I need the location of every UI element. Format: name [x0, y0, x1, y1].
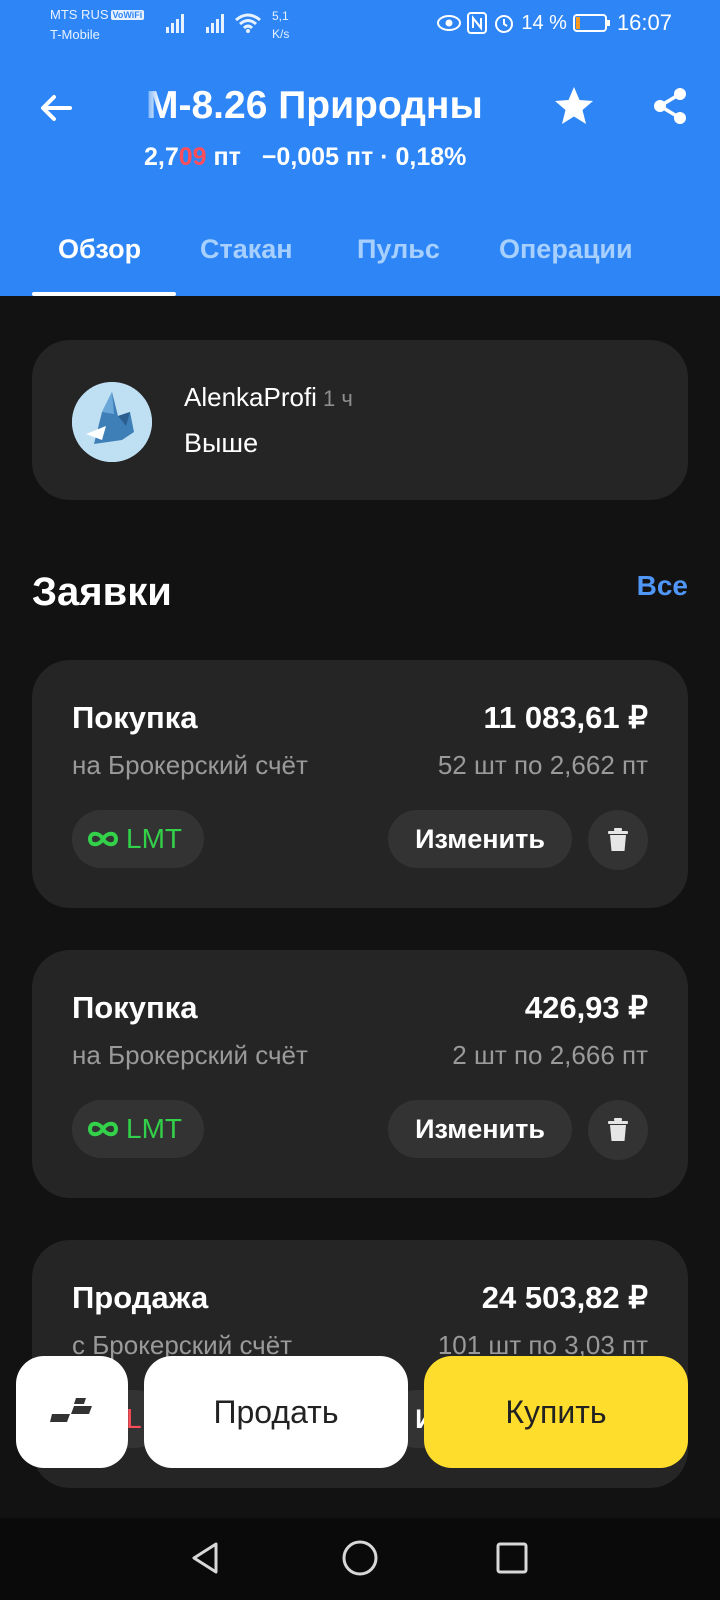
avatar [72, 382, 152, 462]
tab-pulse[interactable]: Пульс [357, 234, 440, 265]
eye-icon [437, 15, 462, 31]
vowifi-badge: VoWiFi [110, 10, 145, 20]
wifi-icon [235, 13, 261, 33]
signal-icon [166, 14, 184, 33]
carrier-name: MTS RUS [50, 7, 109, 22]
logo-icon [50, 1398, 92, 1422]
post-text: Выше [184, 428, 259, 458]
orders-all-link[interactable]: Все [637, 570, 688, 602]
order-account: на Брокерский счёт [72, 1040, 308, 1070]
nav-back-icon[interactable] [186, 1538, 226, 1578]
order-sum: 24 503,82 ₽ [481, 1280, 648, 1315]
back-arrow-icon[interactable] [36, 88, 76, 128]
tab-orderbook[interactable]: Стакан [200, 234, 293, 265]
tab-operations[interactable]: Операции [499, 234, 633, 265]
battery-icon [572, 14, 610, 32]
post-time: 1 ч [322, 386, 353, 411]
alarm-icon [495, 15, 514, 33]
tab-bar: Обзор Стакан Пульс Операции [0, 226, 720, 296]
trash-icon [608, 1118, 628, 1141]
tab-overview[interactable]: Обзор [58, 234, 141, 265]
action-bar: Продать Купить [0, 1356, 720, 1476]
nfc-icon [467, 12, 488, 34]
share-icon[interactable] [650, 86, 690, 126]
infinity-icon [87, 831, 119, 847]
delete-order-button[interactable] [588, 810, 648, 870]
battery-percent: 14 % [521, 11, 567, 34]
network-speed: 5,1 K/s [272, 9, 290, 41]
clock: 16:07 [616, 10, 672, 35]
status-bar: MTS RUS VoWiFi T-Mobile 5,1 K/s 14 % 16:… [0, 0, 720, 50]
orders-section-title: Заявки [32, 570, 172, 614]
active-tab-indicator [32, 292, 176, 296]
price-line: 2,709 пт −0,005 пт · 0,18% [144, 143, 467, 171]
sell-button[interactable]: Продать [144, 1356, 408, 1468]
order-account: на Брокерский счёт [72, 750, 308, 780]
edit-order-button[interactable]: Изменить [388, 1100, 572, 1158]
order-detail: 52 шт по 2,662 пт [437, 750, 648, 780]
buy-button[interactable]: Купить [424, 1356, 688, 1468]
signal-icon-secondary [206, 14, 224, 33]
order-type: Продажа [72, 1280, 209, 1315]
order-type: Покупка [72, 700, 198, 735]
system-nav-bar [0, 1518, 720, 1600]
post-author[interactable]: AlenkaProfi [184, 382, 317, 412]
nav-home-icon[interactable] [340, 1538, 380, 1578]
instrument-title: M-8.26 Природны [146, 84, 483, 127]
order-sum: 11 083,61 ₽ [483, 700, 648, 735]
order-card[interactable]: Покупка на Брокерский счёт 426,93 ₽ 2 шт… [32, 950, 688, 1198]
infinity-icon [87, 1121, 119, 1137]
battery-fill [575, 17, 580, 29]
lmt-tag: LMT [72, 810, 204, 868]
app-header: MTS RUS VoWiFi T-Mobile 5,1 K/s 14 % 16:… [0, 0, 720, 296]
app-menu-button[interactable] [16, 1356, 128, 1468]
order-type: Покупка [72, 990, 198, 1025]
pulse-post-card[interactable]: AlenkaProfi 1 ч Выше [32, 340, 688, 500]
delete-order-button[interactable] [588, 1100, 648, 1160]
carrier-name-secondary: T-Mobile [50, 27, 100, 42]
order-card[interactable]: Покупка на Брокерский счёт 11 083,61 ₽ 5… [32, 660, 688, 908]
order-detail: 2 шт по 2,666 пт [452, 1040, 648, 1070]
edit-order-button[interactable]: Изменить [388, 810, 572, 868]
order-sum: 426,93 ₽ [524, 990, 648, 1025]
favorite-star-icon[interactable] [552, 84, 596, 128]
fox-avatar-icon [72, 382, 152, 462]
lmt-tag: LMT [72, 1100, 204, 1158]
trash-icon [608, 828, 628, 851]
price-change: −0,005 пт · 0,18% [261, 143, 467, 171]
nav-recents-icon[interactable] [492, 1538, 532, 1578]
